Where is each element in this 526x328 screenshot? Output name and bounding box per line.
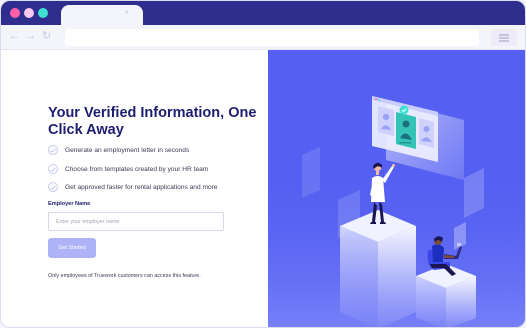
reload-icon[interactable]: ↻ — [42, 30, 51, 42]
feature-item: Get approved faster for rental applicati… — [48, 181, 217, 193]
pillar-short — [416, 264, 476, 327]
hamburger-menu-icon — [499, 34, 509, 36]
browser-window: × ← → ↻ Your Verified Information, One C… — [0, 0, 526, 328]
address-bar[interactable] — [65, 29, 479, 46]
feature-text: Get approved faster for rental applicati… — [65, 183, 218, 191]
window-maximize-button[interactable] — [38, 8, 48, 18]
employer-name-input[interactable] — [48, 212, 224, 231]
hero-illustration — [268, 50, 525, 327]
employer-name-label: Employer Name — [48, 201, 91, 207]
accent-strip — [1, 50, 525, 53]
get-started-button[interactable]: Get Started — [48, 238, 96, 258]
feature-item: Choose from templates created by your HR… — [48, 163, 208, 175]
page-title: Your Verified Information, One Click Awa… — [48, 105, 257, 138]
verified-badge-icon — [399, 105, 409, 115]
feature-text: Generate an employment letter in seconds — [65, 146, 190, 154]
feature-item: Generate an employment letter in seconds — [48, 144, 189, 156]
pillar-tall — [340, 210, 416, 327]
browser-title-bar: × — [1, 1, 525, 26]
checkmark-icon — [48, 145, 58, 155]
back-arrow-icon[interactable]: ← — [9, 30, 20, 42]
browser-toolbar: ← → ↻ — [1, 25, 525, 50]
tab-close-icon[interactable]: × — [124, 8, 129, 18]
window-close-button[interactable] — [10, 8, 20, 18]
browser-menu-button[interactable] — [491, 29, 517, 46]
checkmark-icon — [48, 164, 58, 174]
feature-text: Choose from templates created by your HR… — [65, 165, 209, 173]
forward-arrow-icon[interactable]: → — [25, 30, 36, 42]
verification-scene-illustration — [268, 50, 525, 327]
glass-panel — [302, 147, 320, 198]
eligibility-note: Only employees of Truework customers can… — [48, 273, 201, 279]
checkmark-icon — [48, 182, 58, 192]
window-minimize-button[interactable] — [24, 8, 34, 18]
browser-tab[interactable]: × — [61, 5, 143, 26]
